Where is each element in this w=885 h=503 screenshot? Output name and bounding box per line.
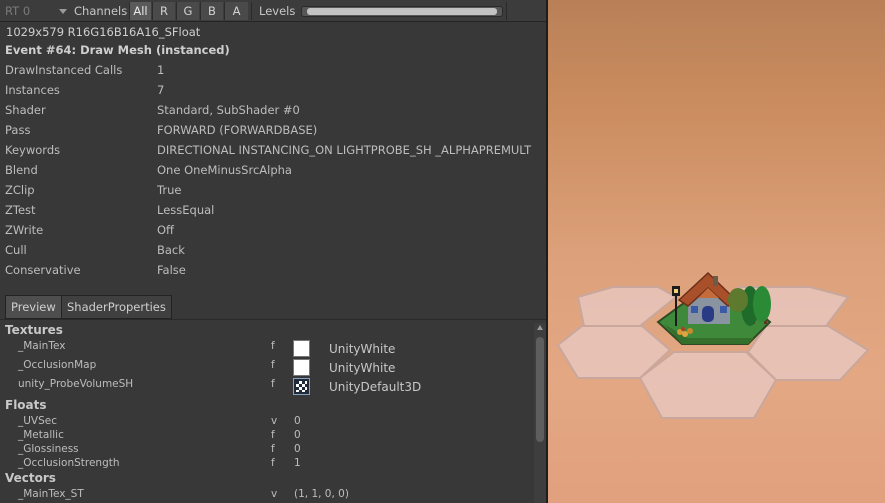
textures-header: Textures bbox=[5, 323, 63, 337]
detail-key: ZWrite bbox=[5, 223, 44, 237]
float-name: _Metallic bbox=[18, 429, 64, 441]
vectors-header: Vectors bbox=[5, 471, 56, 485]
float-value: 0 bbox=[294, 443, 301, 455]
tab-shader-properties[interactable]: ShaderProperties bbox=[61, 295, 172, 319]
float-value: 0 bbox=[294, 415, 301, 427]
channel-all-button[interactable]: All bbox=[129, 2, 151, 20]
detail-value: DIRECTIONAL INSTANCING_ON LIGHTPROBE_SH … bbox=[157, 143, 532, 157]
texture-type: f bbox=[271, 340, 275, 352]
levels-range-slider[interactable] bbox=[301, 6, 503, 17]
texture-value: UnityDefault3D bbox=[329, 380, 422, 394]
detail-row: Keywords DIRECTIONAL INSTANCING_ON LIGHT… bbox=[5, 143, 545, 163]
detail-value: Standard, SubShader #0 bbox=[157, 103, 300, 117]
texture-3d-thumbnail[interactable] bbox=[293, 378, 310, 395]
toolbar: RT 0 Channels All R G B A Levels bbox=[0, 0, 546, 22]
detail-key: Instances bbox=[5, 83, 60, 97]
float-name: _OcclusionStrength bbox=[18, 457, 120, 469]
game-viewport[interactable] bbox=[548, 0, 885, 503]
vector-type: v bbox=[271, 488, 278, 500]
detail-value: True bbox=[157, 183, 182, 197]
detail-key: ZClip bbox=[5, 183, 35, 197]
detail-row: Pass FORWARD (FORWARDBASE) bbox=[5, 123, 545, 143]
texture-name: _OcclusionMap bbox=[18, 359, 97, 371]
detail-key: DrawInstanced Calls bbox=[5, 63, 123, 77]
detail-key: Blend bbox=[5, 163, 38, 177]
texture-type: f bbox=[271, 359, 275, 371]
texture-thumbnail[interactable] bbox=[293, 359, 310, 376]
detail-row: Blend One OneMinusSrcAlpha bbox=[5, 163, 545, 183]
scrollbar-thumb[interactable] bbox=[536, 337, 544, 442]
detail-value: False bbox=[157, 263, 186, 277]
channel-a-button[interactable]: A bbox=[224, 2, 248, 20]
toolbar-spacer bbox=[506, 2, 546, 20]
scene-render bbox=[556, 271, 870, 419]
detail-row: ZWrite Off bbox=[5, 223, 545, 243]
texture-value: UnityWhite bbox=[329, 342, 396, 356]
vector-value: (1, 1, 0, 0) bbox=[294, 488, 349, 500]
detail-row: Shader Standard, SubShader #0 bbox=[5, 103, 545, 123]
float-type: v bbox=[271, 415, 278, 427]
detail-row: Instances 7 bbox=[5, 83, 545, 103]
detail-value: Back bbox=[157, 243, 185, 257]
texture-format-info: 1029x579 R16G16B16A16_SFloat bbox=[6, 25, 201, 39]
toolbar-divider bbox=[251, 2, 252, 20]
chevron-down-icon bbox=[59, 9, 67, 14]
texture-thumbnail[interactable] bbox=[293, 340, 310, 357]
levels-label: Levels bbox=[259, 4, 296, 18]
hex-tile bbox=[638, 351, 778, 419]
detail-key: Conservative bbox=[5, 263, 81, 277]
detail-row: ZClip True bbox=[5, 183, 545, 203]
scroll-up-arrow-icon[interactable] bbox=[537, 325, 543, 330]
detail-row: Conservative False bbox=[5, 263, 545, 283]
channel-b-button[interactable]: B bbox=[200, 2, 223, 20]
detail-key: Pass bbox=[5, 123, 31, 137]
vector-name: _MainTex_ST bbox=[18, 488, 84, 500]
texture-name: unity_ProbeVolumeSH bbox=[18, 378, 134, 390]
texture-name: _MainTex bbox=[18, 340, 66, 352]
detail-value: FORWARD (FORWARDBASE) bbox=[157, 123, 318, 137]
properties-scrollbar[interactable] bbox=[534, 323, 546, 503]
checker-cube-icon bbox=[296, 381, 307, 392]
channel-r-button[interactable]: R bbox=[152, 2, 175, 20]
detail-row: DrawInstanced Calls 1 bbox=[5, 63, 545, 83]
render-target-dropdown[interactable]: RT 0 bbox=[0, 1, 69, 21]
tab-divider bbox=[0, 319, 546, 320]
float-value: 1 bbox=[294, 457, 301, 469]
render-target-label: RT 0 bbox=[5, 4, 31, 18]
float-type: f bbox=[271, 443, 275, 455]
frame-debugger-panel: RT 0 Channels All R G B A Levels 1029x57… bbox=[0, 0, 546, 503]
detail-row: Cull Back bbox=[5, 243, 545, 263]
detail-value: 7 bbox=[157, 83, 165, 97]
detail-key: Cull bbox=[5, 243, 27, 257]
detail-value: Off bbox=[157, 223, 174, 237]
detail-row: ZTest LessEqual bbox=[5, 203, 545, 223]
channels-label: Channels bbox=[74, 4, 128, 18]
float-type: f bbox=[271, 457, 275, 469]
detail-key: Keywords bbox=[5, 143, 61, 157]
channel-g-button[interactable]: G bbox=[176, 2, 199, 20]
texture-value: UnityWhite bbox=[329, 361, 396, 375]
tab-preview[interactable]: Preview bbox=[5, 295, 62, 319]
levels-range-fill[interactable] bbox=[307, 8, 497, 15]
float-type: f bbox=[271, 429, 275, 441]
detail-key: Shader bbox=[5, 103, 46, 117]
float-value: 0 bbox=[294, 429, 301, 441]
detail-value: One OneMinusSrcAlpha bbox=[157, 163, 292, 177]
floats-header: Floats bbox=[5, 398, 47, 412]
texture-type: f bbox=[271, 378, 275, 390]
float-name: _Glossiness bbox=[18, 443, 79, 455]
detail-value: 1 bbox=[157, 63, 165, 77]
event-title: Event #64: Draw Mesh (instanced) bbox=[5, 43, 230, 57]
float-name: _UVSec bbox=[18, 415, 58, 427]
detail-key: ZTest bbox=[5, 203, 36, 217]
detail-value: LessEqual bbox=[157, 203, 215, 217]
